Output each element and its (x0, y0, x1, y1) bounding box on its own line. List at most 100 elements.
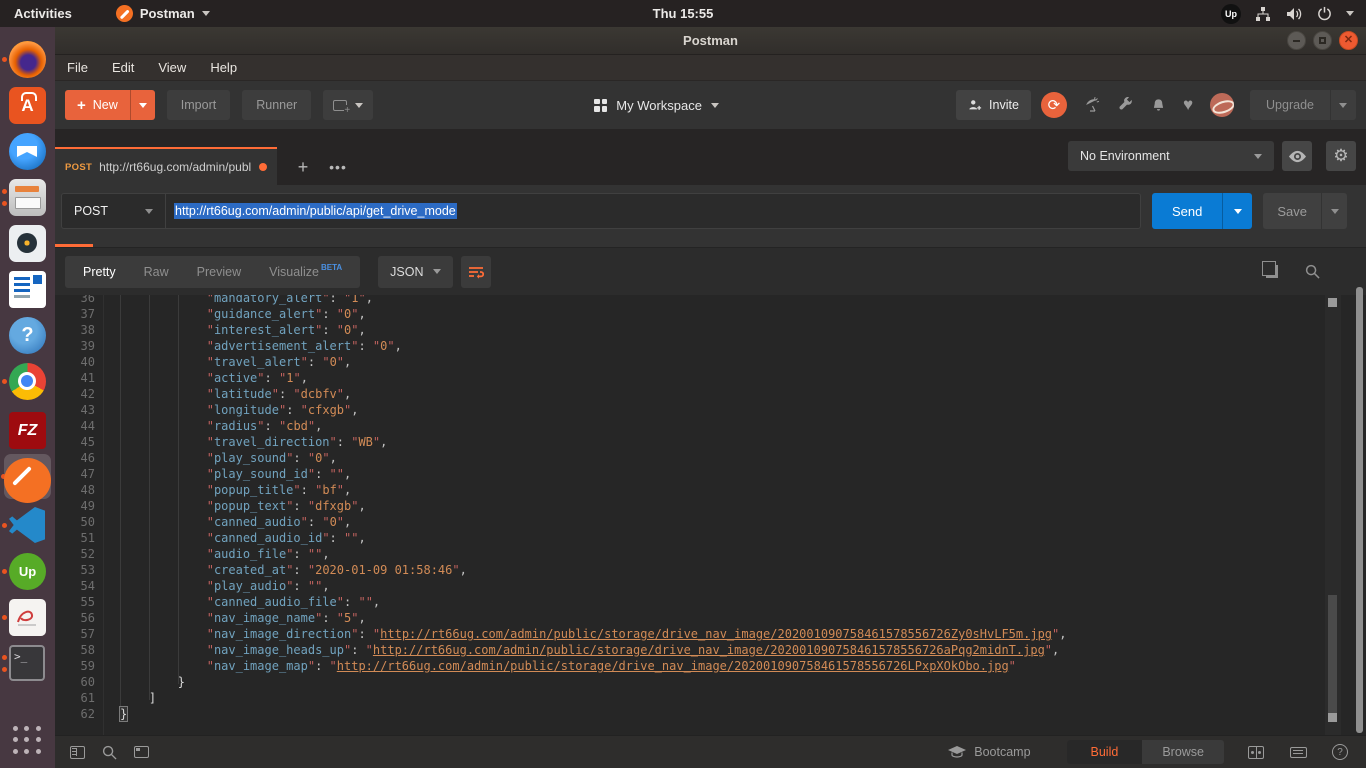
code-line: 48 "popup_title": "bf", (55, 482, 1366, 498)
gear-icon: ⚙ (1333, 146, 1348, 166)
plus-icon: + (77, 97, 86, 114)
dock-thunderbird-icon[interactable] (9, 133, 46, 170)
dock-rhythmbox-icon[interactable] (9, 225, 46, 262)
toggle-sidebar-button[interactable] (65, 740, 89, 764)
system-tray[interactable]: Up (1221, 4, 1366, 24)
status-bar: Bootcamp Build Browse ? (55, 735, 1366, 768)
open-new-tab-button[interactable]: + (289, 153, 317, 181)
send-button[interactable]: Send (1152, 193, 1222, 229)
dock-app-grid-icon[interactable] (13, 726, 43, 756)
url-input[interactable]: http://rt66ug.com/admin/public/api/get_d… (166, 194, 1140, 228)
upwork-tray-icon[interactable]: Up (1221, 4, 1241, 24)
dock-file-archiver-icon[interactable] (9, 179, 46, 216)
sync-icon[interactable]: ⟳ (1041, 92, 1067, 118)
upgrade-dropdown-button[interactable] (1330, 90, 1356, 120)
new-window-button[interactable] (323, 90, 373, 120)
workspace-switcher[interactable]: My Workspace (594, 98, 719, 113)
code-line: 36 "mandatory_alert": "1", (55, 295, 1366, 306)
network-icon (1255, 6, 1271, 22)
editor-scroll-handle-top[interactable] (1328, 298, 1337, 307)
maximize-button[interactable] (1313, 31, 1332, 50)
dock-notes-icon[interactable] (9, 599, 46, 636)
activities-button[interactable]: Activities (0, 0, 86, 27)
response-header: Pretty Raw Preview VisualizeBETA JSON (55, 247, 1366, 295)
menu-view[interactable]: View (146, 55, 198, 80)
menu-help[interactable]: Help (198, 55, 249, 80)
menu-edit[interactable]: Edit (100, 55, 146, 80)
editor-scroll-handle-bottom[interactable] (1328, 713, 1337, 722)
code-line: 37 "guidance_alert": "0", (55, 306, 1366, 322)
method-selector[interactable]: POST (62, 194, 166, 228)
tab-preview[interactable]: Preview (183, 256, 255, 288)
browse-toggle[interactable]: Browse (1142, 740, 1224, 764)
new-button[interactable]: + New (65, 90, 130, 120)
invite-label: Invite (989, 98, 1019, 112)
search-icon (1305, 264, 1320, 279)
minimize-button[interactable] (1287, 31, 1306, 50)
dock-postman-icon[interactable] (4, 454, 51, 499)
format-selector[interactable]: JSON (378, 256, 453, 288)
dock-upwork-icon[interactable]: Up (9, 553, 46, 590)
satellite-icon[interactable] (1084, 97, 1101, 113)
search-button[interactable] (97, 740, 121, 764)
bell-icon[interactable] (1151, 98, 1166, 113)
search-response-button[interactable] (1300, 260, 1324, 284)
toolbar-right-icons: ⟳ ♥ (1041, 92, 1234, 118)
copy-button[interactable] (1260, 260, 1284, 284)
dock-ubuntu-software-icon[interactable]: A (9, 87, 46, 124)
tab-options-button[interactable]: ••• (323, 153, 353, 181)
tab-raw[interactable]: Raw (130, 256, 183, 288)
code-line: 55 "canned_audio_file": "", (55, 594, 1366, 610)
heart-icon[interactable]: ♥ (1183, 95, 1193, 115)
unsaved-dot-icon (259, 163, 267, 171)
dock-vscode-icon[interactable] (9, 507, 46, 544)
save-dropdown-button[interactable] (1321, 193, 1347, 229)
tab-visualize[interactable]: VisualizeBETA (255, 256, 356, 288)
two-pane-view-button[interactable] (1244, 740, 1268, 764)
chevron-down-icon (433, 269, 441, 274)
app-menu[interactable]: Postman (116, 5, 210, 22)
code-lines[interactable]: 36 "mandatory_alert": "1",37 "guidance_a… (55, 295, 1366, 722)
environment-label: No Environment (1080, 149, 1170, 163)
bootcamp-button[interactable]: Bootcamp (948, 745, 1030, 759)
new-dropdown-button[interactable] (130, 90, 155, 120)
upgrade-button[interactable]: Upgrade (1250, 90, 1330, 120)
runner-button[interactable]: Runner (242, 90, 311, 120)
invite-button[interactable]: Invite (956, 90, 1031, 120)
bootcamp-label: Bootcamp (974, 745, 1030, 759)
dock-help-icon[interactable]: ? (9, 317, 46, 354)
code-line: 40 "travel_alert": "0", (55, 354, 1366, 370)
settings-gear-button[interactable]: ⚙ (1326, 141, 1356, 171)
title-bar[interactable]: Postman ✕ (55, 27, 1366, 55)
search-icon (102, 745, 117, 760)
code-line: 51 "canned_audio_id": "", (55, 530, 1366, 546)
menu-file[interactable]: File (55, 55, 100, 80)
help-button[interactable]: ? (1328, 740, 1352, 764)
avatar[interactable] (1210, 93, 1234, 117)
dock-filezilla-icon[interactable]: FZ (9, 412, 46, 449)
shortcuts-button[interactable] (1286, 740, 1310, 764)
console-button[interactable] (129, 740, 153, 764)
dock-terminal-icon[interactable]: >_ (9, 645, 46, 682)
wrench-icon[interactable] (1118, 97, 1134, 113)
dock-libreoffice-writer-icon[interactable] (9, 271, 46, 308)
editor-scrollbar-thumb[interactable] (1328, 595, 1337, 713)
code-line: 54 "play_audio": "", (55, 578, 1366, 594)
build-toggle[interactable]: Build (1067, 740, 1143, 764)
chevron-down-icon (145, 209, 153, 214)
tab-pretty[interactable]: Pretty (69, 256, 130, 288)
pane-scrollbar[interactable] (1356, 287, 1363, 733)
close-button[interactable]: ✕ (1339, 31, 1358, 50)
environment-selector[interactable]: No Environment (1068, 141, 1274, 171)
wrap-text-button[interactable] (461, 256, 491, 288)
response-body[interactable]: 36 "mandatory_alert": "1",37 "guidance_a… (55, 295, 1366, 735)
environment-quick-look-button[interactable] (1282, 141, 1312, 171)
save-button[interactable]: Save (1263, 193, 1321, 229)
sidebar-icon (70, 746, 85, 759)
import-button[interactable]: Import (167, 90, 230, 120)
request-tab[interactable]: POST http://rt66ug.com/admin/publ... (55, 147, 277, 185)
response-actions (1260, 260, 1356, 284)
dock-firefox-icon[interactable] (9, 41, 46, 78)
dock-chrome-icon[interactable] (9, 363, 46, 400)
send-dropdown-button[interactable] (1222, 193, 1252, 229)
